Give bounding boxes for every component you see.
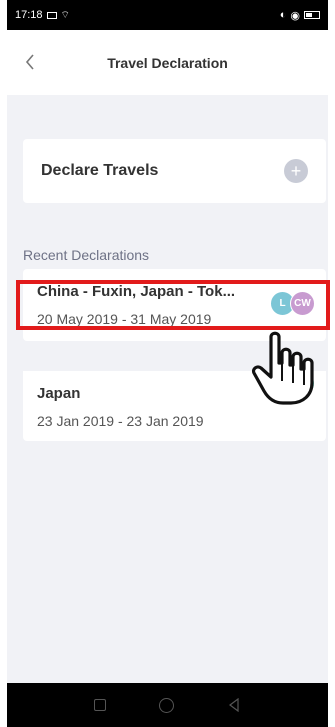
recent-apps-icon[interactable] [93,699,106,711]
alarm-icon: ◉ [290,9,300,22]
tap-highlight-box [16,280,330,330]
home-icon[interactable] [158,697,174,713]
status-right: ◐ ◉ [280,9,320,22]
declaration-dates: 23 Jan 2019 - 23 Jan 2019 [37,413,204,429]
status-bar: 17:18 ⌔ ◐ ◉ [7,0,328,30]
page-title: Travel Declaration [107,54,228,71]
back-nav-icon[interactable] [227,697,241,713]
declare-travels-card[interactable]: Declare Travels + [23,139,326,203]
declaration-title: Japan [37,385,81,402]
wifi-icon: ⌔ [60,9,70,21]
status-time: 17:18 [15,9,43,21]
hand-pointer-icon [249,329,319,407]
battery-icon [304,11,320,19]
app-header: Travel Declaration [7,30,328,95]
declare-travels-label: Declare Travels [41,162,159,179]
recent-declarations-heading: Recent Declarations [23,247,150,263]
nfc-icon: ◐ [279,9,287,21]
back-icon[interactable] [25,52,39,72]
status-left: 17:18 ⌔ [15,9,70,22]
system-nav-bar [7,683,328,727]
message-icon [46,11,57,19]
add-declaration-button[interactable]: + [284,159,308,183]
